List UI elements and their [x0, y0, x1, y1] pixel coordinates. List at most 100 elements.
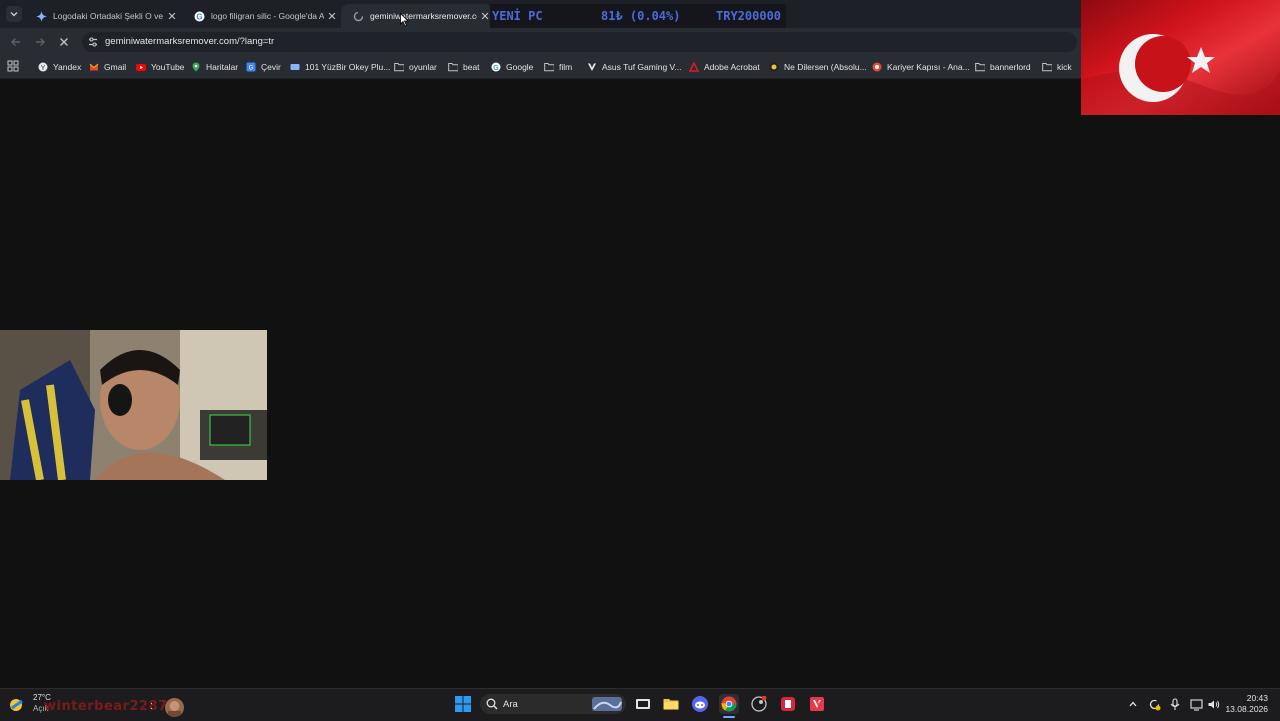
svg-text:G: G: [249, 66, 254, 72]
maps-icon: [191, 62, 201, 72]
search-highlight-icon: [592, 697, 622, 711]
active-app-indicator: [723, 716, 735, 718]
chrome-icon: [721, 696, 737, 712]
bookmark-haritalar[interactable]: Haritalar: [191, 60, 238, 74]
show-hidden-icons[interactable]: [1126, 697, 1140, 711]
okey-icon: [290, 62, 300, 72]
weather-icon: [10, 699, 23, 711]
bookmark-folder-film[interactable]: film: [544, 60, 572, 74]
bookmark-kariyer-kapisi[interactable]: Kariyer Kapısı - Ana...: [872, 60, 970, 74]
svg-text:G: G: [196, 12, 202, 21]
stop-loading-button[interactable]: [56, 34, 72, 50]
gmail-icon: [89, 62, 99, 72]
ticker-goal-amount: TRY200000: [716, 9, 782, 23]
mouse-cursor-icon: [400, 12, 410, 30]
bookmark-google[interactable]: G Google: [491, 60, 533, 74]
bookmark-folder-kick[interactable]: kick: [1042, 60, 1072, 74]
tab-search-button[interactable]: [6, 6, 22, 22]
folder-icon: [663, 699, 679, 710]
bookmark-101-okey[interactable]: 101 YüzBir Okey Plu...: [290, 60, 390, 74]
clock-date[interactable]: 13.08.2026: [1222, 704, 1268, 714]
bookmark-adobe-acrobat[interactable]: Adobe Acrobat: [689, 60, 760, 74]
windows-logo-icon: [455, 696, 471, 712]
forward-button[interactable]: [32, 34, 48, 50]
bookmark-gmail[interactable]: Gmail: [89, 60, 126, 74]
tab-geminiwatermarksremover[interactable]: geminiwatermarksremover.com ✕: [341, 4, 493, 28]
folder-icon: [394, 62, 404, 72]
network-tray-icon[interactable]: [1189, 697, 1203, 711]
tab-title: Logodaki Ortadaki Şekli O ve B: [53, 11, 164, 21]
tab-title: logo filigran silic - Google'da Ar: [211, 11, 324, 21]
close-icon[interactable]: ✕: [324, 10, 340, 23]
bookmark-folder-beat[interactable]: beat: [448, 60, 480, 74]
bookmark-cevir[interactable]: G Çevir: [246, 60, 281, 74]
folder-icon: [544, 62, 554, 72]
steam-button[interactable]: [749, 694, 769, 714]
bookmark-youtube[interactable]: YouTube: [136, 60, 184, 74]
site-info-icon[interactable]: [87, 36, 99, 48]
circle-icon: [769, 62, 779, 72]
ticker-goal-label: YENİ PC: [492, 9, 543, 23]
sync-tray-icon[interactable]: [1147, 697, 1161, 711]
chevron-up-icon: [1129, 701, 1137, 707]
search-placeholder: Ara: [503, 699, 518, 710]
valorant-button[interactable]: [807, 694, 827, 714]
clock-time[interactable]: 20:43: [1226, 693, 1268, 703]
folder-icon: [448, 62, 458, 72]
tab-title: geminiwatermarksremover.com: [370, 11, 477, 21]
refresh-icon: [1149, 699, 1160, 710]
microphone-tray-icon[interactable]: [1168, 697, 1182, 711]
file-explorer-button[interactable]: [661, 694, 681, 714]
speaker-icon: [1208, 700, 1219, 708]
kariyer-icon: [872, 62, 882, 72]
apps-grid-icon[interactable]: [7, 60, 20, 73]
close-icon: [60, 38, 68, 46]
discord-icon: [692, 696, 708, 712]
microphone-icon: [1170, 697, 1180, 710]
separator-text: :: [150, 700, 154, 712]
translate-icon: G: [246, 62, 256, 72]
svg-text:Y: Y: [41, 65, 46, 72]
loading-icon: [353, 11, 364, 22]
yandex-icon: Y: [38, 62, 48, 72]
folder-icon: [975, 62, 985, 72]
task-view-button[interactable]: [633, 694, 653, 714]
discord-button[interactable]: [690, 694, 710, 714]
bookmark-asus-tuf[interactable]: Asus Tuf Gaming V...: [587, 60, 682, 74]
google-icon: G: [491, 62, 501, 72]
url-text[interactable]: geminiwatermarksremover.com/?lang=tr: [105, 36, 274, 47]
ticker-progress: 81₺ (0.04%): [601, 9, 681, 23]
chrome-button[interactable]: [719, 694, 739, 714]
bookmark-ne-dilersen[interactable]: Ne Dilersen (Absolu...: [769, 60, 867, 74]
back-button[interactable]: [8, 34, 24, 50]
webcam-overlay: [0, 330, 267, 480]
task-view-icon: [636, 699, 650, 709]
gemini-icon: [36, 10, 47, 22]
v-icon: [587, 62, 597, 72]
steam-icon: [751, 696, 767, 712]
turkish-flag-overlay: [1081, 0, 1280, 115]
donation-ticker-overlay: YENİ PC 81₺ (0.04%) TRY200000: [490, 4, 786, 28]
google-icon: G: [194, 11, 205, 22]
search-icon: [486, 698, 498, 713]
arrow-right-icon: [36, 38, 45, 46]
game-app-button[interactable]: [778, 694, 798, 714]
start-button[interactable]: [453, 694, 473, 714]
tab-google-search[interactable]: G logo filigran silic - Google'da Ar ✕: [182, 4, 340, 28]
acrobat-icon: [689, 62, 699, 72]
tab-logodaki[interactable]: Logodaki Ortadaki Şekli O ve B ✕: [24, 4, 180, 28]
bookmark-yandex[interactable]: Y Yandex: [38, 60, 81, 74]
avatar: [165, 698, 184, 717]
close-icon[interactable]: ✕: [164, 10, 180, 23]
monitor-icon: [1189, 698, 1203, 711]
weather-widget[interactable]: [6, 696, 28, 714]
bookmark-folder-oyunlar[interactable]: oyunlar: [394, 60, 437, 74]
svg-text:G: G: [493, 65, 499, 72]
volume-tray-icon[interactable]: [1206, 697, 1220, 711]
game-app-icon: [781, 697, 795, 711]
valorant-icon: [810, 697, 824, 711]
bookmark-folder-bannerlord[interactable]: bannerlord: [975, 60, 1031, 74]
chevron-down-icon: [10, 12, 18, 17]
youtube-icon: [136, 62, 146, 72]
arrow-left-icon: [11, 38, 20, 46]
